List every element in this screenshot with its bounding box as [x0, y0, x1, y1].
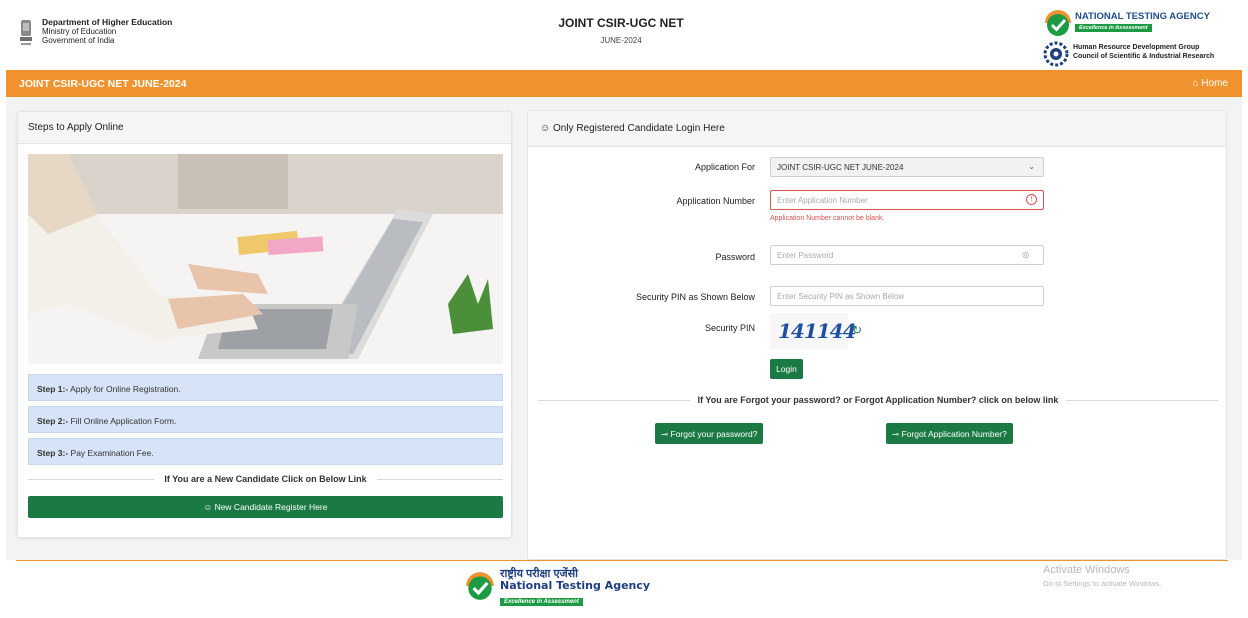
footer-divider [16, 560, 1228, 561]
login-panel-title: Only Registered Candidate Login Here [553, 123, 725, 134]
home-icon: ⌂ [1192, 78, 1199, 89]
navbar-exam-label: JOINT CSIR-UGC NET JUNE-2024 [19, 78, 187, 90]
csir-line-1: Human Resource Development Group [1073, 44, 1200, 51]
login-panel: ☺ Only Registered Candidate Login Here A… [527, 110, 1227, 560]
captcha-text: 141144 [778, 319, 856, 343]
application-for-value: JOINT CSIR-UGC NET JUNE-2024 [777, 163, 904, 172]
step-1-label: Step 1:- [37, 384, 69, 394]
step-1: Step 1:- Apply for Online Registration. [28, 374, 503, 401]
nta-name: NATIONAL TESTING AGENCY [1075, 11, 1210, 22]
dept-name: Department of Higher Education [42, 17, 173, 27]
forgot-appno-label: Forgot Application Number? [901, 429, 1007, 439]
step-2: Step 2:- Fill Online Application Form. [28, 406, 503, 433]
application-for-label: Application For [694, 162, 755, 172]
register-button-label: New Candidate Register Here [214, 502, 328, 512]
user-icon: ☺ [540, 123, 551, 134]
chevron-down-icon: ⌄ [1028, 162, 1035, 171]
top-navbar: JOINT CSIR-UGC NET JUNE-2024 ⌂ Home [6, 70, 1242, 97]
government-name: Government of India [42, 36, 115, 45]
login-panel-header: ☺ Only Registered Candidate Login Here [528, 111, 1226, 147]
csir-line-2: Council of Scientific & Industrial Resea… [1073, 53, 1215, 60]
page: Department of Higher Education Ministry … [0, 0, 1248, 618]
eye-slash-icon[interactable]: ◎ [1022, 250, 1029, 259]
home-link[interactable]: ⌂ Home [1192, 78, 1228, 89]
password-label: Password [715, 252, 755, 262]
new-candidate-text: If You are a New Candidate Click on Belo… [28, 474, 503, 484]
security-pin-input[interactable]: Enter Security PIN as Shown Below [770, 286, 1044, 306]
application-number-input[interactable]: Enter Application Number ! [770, 190, 1044, 210]
forgot-password-button[interactable]: ⊸ Forgot your password? [655, 423, 764, 444]
captcha-image: 141144 [770, 313, 856, 349]
watermark-line-1: Activate Windows [1043, 564, 1130, 576]
national-emblem-icon [20, 20, 32, 45]
login-button[interactable]: Login [770, 359, 803, 379]
new-candidate-text-label: If You are a New Candidate Click on Belo… [154, 474, 377, 484]
security-pin-input-label: Security PIN as Shown Below [635, 292, 755, 302]
footer-english-name: National Testing Agency [500, 579, 651, 592]
ministry-name: Ministry of Education [42, 27, 117, 36]
step-3-label: Step 3:- [37, 448, 69, 458]
nta-logo-icon [466, 572, 494, 600]
step-3-text: Pay Examination Fee. [68, 448, 154, 458]
application-number-placeholder: Enter Application Number [777, 196, 868, 205]
error-icon: ! [1026, 194, 1037, 205]
exam-title: JOINT CSIR-UGC NET [558, 16, 684, 30]
forgot-text-label: If You are Forgot your password? or Forg… [689, 395, 1067, 405]
security-pin-label: Security PIN [704, 323, 755, 333]
nta-tagline: Excellence in Assessment [1075, 24, 1152, 32]
ministry-branding: Department of Higher Education Ministry … [18, 18, 172, 48]
steps-panel: Steps to Apply Online Step 1:- Apply for… [17, 111, 512, 538]
password-input[interactable]: Enter Password ◎ [770, 245, 1044, 265]
step-2-label: Step 2:- [37, 416, 69, 426]
application-for-select[interactable]: JOINT CSIR-UGC NET JUNE-2024 ⌄ [770, 157, 1044, 177]
forgot-application-number-button[interactable]: ⊸ Forgot Application Number? [886, 423, 1013, 444]
step-2-text: Fill Online Application Form. [68, 416, 177, 426]
security-pin-placeholder: Enter Security PIN as Shown Below [777, 292, 905, 301]
application-number-error: Application Number cannot be blank. [770, 215, 885, 222]
nta-branding: NATIONAL TESTING AGENCY Excellence in As… [1043, 8, 1238, 68]
footer-nta-logo: राष्ट्रीय परीक्षा एजेंसी National Testin… [464, 566, 650, 610]
refresh-captcha-icon[interactable]: ↻ [852, 323, 862, 337]
exam-session: JUNE-2024 [600, 36, 642, 45]
steps-panel-title: Steps to Apply Online [18, 112, 511, 144]
password-placeholder: Enter Password [777, 251, 834, 260]
forgot-password-label: Forgot your password? [670, 429, 758, 439]
windows-activation-watermark: Activate Windows Go to Settings to activ… [1043, 564, 1161, 588]
exam-title-block: JOINT CSIR-UGC NET JUNE-2024 [500, 16, 742, 45]
application-number-label: Application Number [676, 196, 755, 206]
step-1-text: Apply for Online Registration. [68, 384, 181, 394]
new-candidate-register-button[interactable]: ☺ New Candidate Register Here [28, 496, 503, 518]
user-icon: ☺ [203, 502, 213, 512]
ministry-text: Department of Higher Education Ministry … [42, 17, 173, 46]
laptop-illustration [28, 154, 503, 364]
nta-logo-icon [1045, 10, 1071, 36]
site-header: Department of Higher Education Ministry … [0, 0, 1248, 70]
watermark-line-2: Go to Settings to activate Windows. [1043, 579, 1162, 588]
step-3: Step 3:- Pay Examination Fee. [28, 438, 503, 465]
key-icon: ⊸ [892, 429, 900, 439]
csir-logo-icon [1043, 41, 1069, 67]
key-icon: ⊸ [661, 429, 669, 439]
home-label: Home [1201, 78, 1228, 89]
footer-tagline: Excellence in Assessment [500, 598, 583, 606]
forgot-text: If You are Forgot your password? or Forg… [528, 395, 1228, 405]
